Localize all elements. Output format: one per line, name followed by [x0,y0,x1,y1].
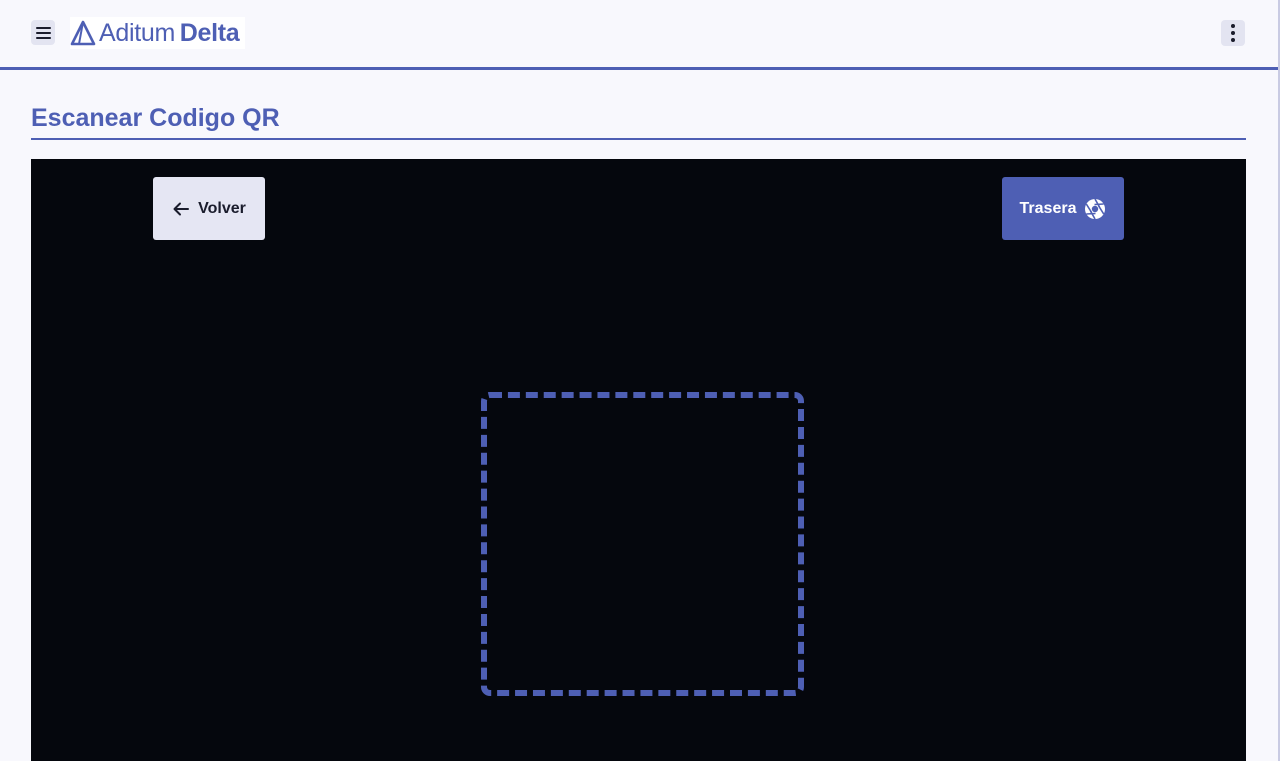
arrow-left-icon [173,202,190,215]
menu-line [35,31,51,34]
more-vertical-icon[interactable] [1221,20,1245,46]
logo-text-light: Aditum [99,18,176,47]
back-button-label: Volver [198,199,246,217]
title-divider [31,138,1246,140]
kebab-dot [1231,31,1235,35]
back-button[interactable]: Volver [153,177,265,240]
switch-camera-button[interactable]: Trasera [1002,177,1124,240]
kebab-dot [1231,38,1235,42]
menu-line [35,26,51,29]
hamburger-menu-icon[interactable] [31,20,55,45]
qr-scan-frame [481,392,804,696]
kebab-dot [1231,24,1235,28]
page-title: Escanear Codigo QR [31,104,280,132]
logo-text: Aditum Delta [99,18,240,48]
switch-camera-label: Trasera [1019,199,1077,217]
menu-line [35,36,51,39]
camera-preview: Volver Trasera [31,159,1246,761]
logo-text-bold: Delta [179,18,240,47]
delta-triangle-icon [70,20,96,46]
app-logo[interactable]: Aditum Delta [70,17,246,49]
camera-aperture-icon [1085,198,1106,219]
top-app-bar: Aditum Delta [0,0,1278,70]
